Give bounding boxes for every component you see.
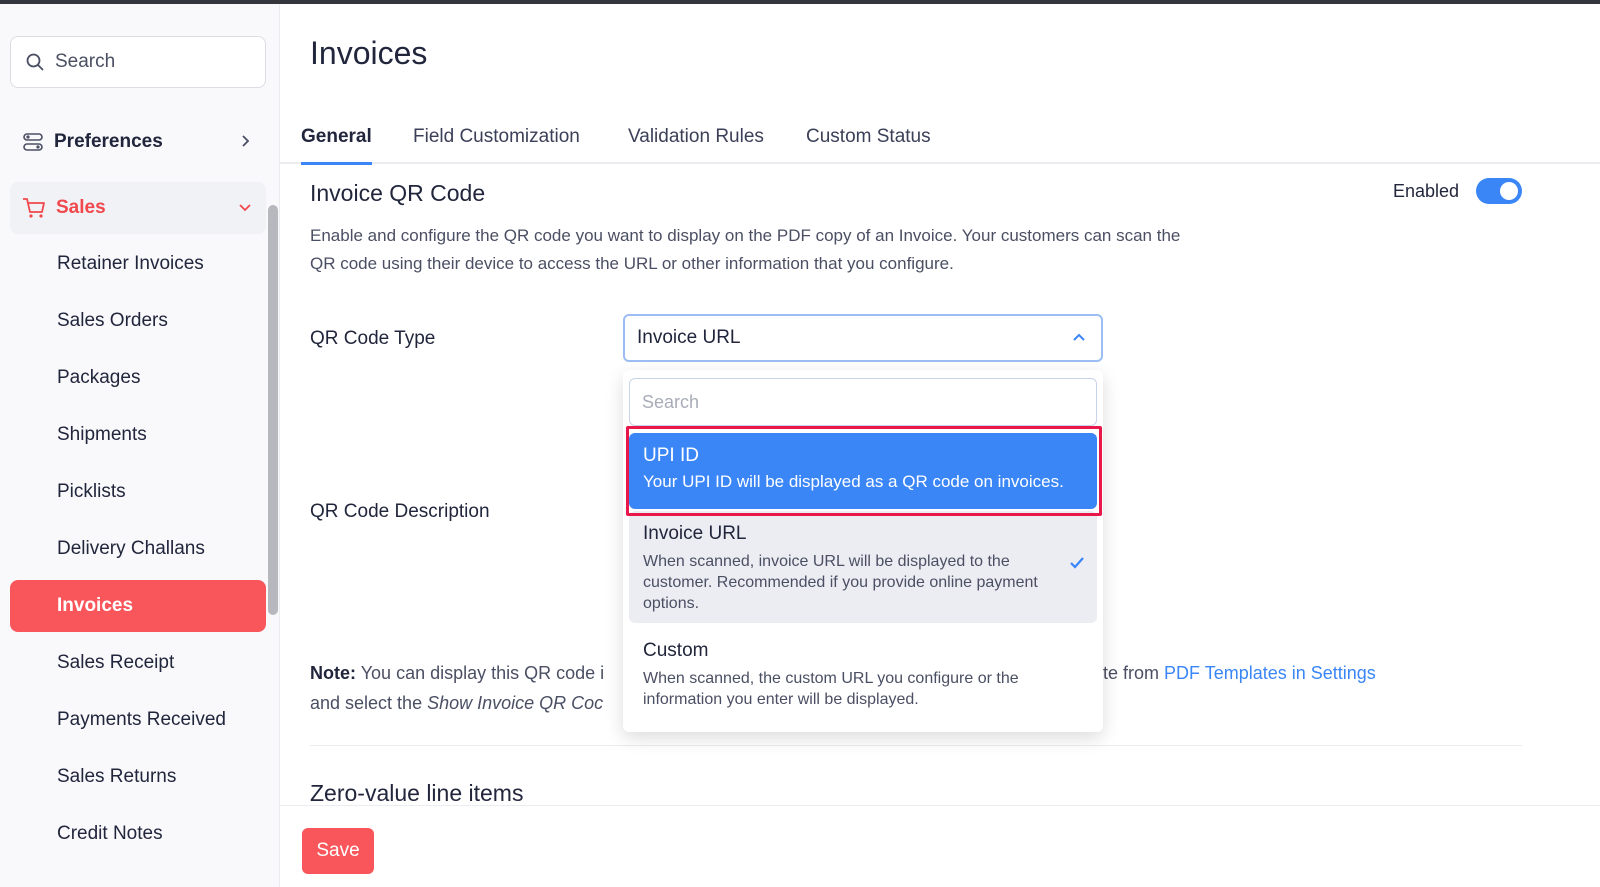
sidebar-item-sales-receipt[interactable]: Sales Receipt bbox=[10, 637, 266, 689]
dropdown-option-invoice-url[interactable]: Invoice URL When scanned, invoice URL wi… bbox=[629, 511, 1097, 623]
sidebar-search-placeholder: Search bbox=[55, 51, 116, 72]
sidebar-item-shipments[interactable]: Shipments bbox=[10, 409, 266, 461]
dropdown-option-custom[interactable]: Custom When scanned, the custom URL you … bbox=[629, 628, 1097, 718]
qr-code-description-label: QR Code Description bbox=[310, 501, 490, 522]
tab-bar: General Field Customization Validation R… bbox=[280, 110, 1600, 165]
note-text-line2: and select the bbox=[310, 693, 423, 713]
enabled-label: Enabled bbox=[1393, 181, 1460, 201]
sidebar-item-picklists[interactable]: Picklists bbox=[10, 466, 266, 518]
qr-note: Note: You can display this QR code i and… bbox=[310, 658, 604, 718]
chevron-right-icon bbox=[242, 135, 250, 147]
qr-section-description: Enable and configure the QR code you wan… bbox=[310, 226, 1181, 273]
sidebar-item-retainer-invoices[interactable]: Retainer Invoices bbox=[10, 238, 266, 290]
dropdown-search-input[interactable]: Search bbox=[629, 378, 1097, 426]
sidebar: Search Preferences Sales Retainer Invoic… bbox=[0, 4, 280, 887]
qr-enabled-toggle[interactable] bbox=[1476, 178, 1522, 204]
qr-code-type-value: Invoice URL bbox=[637, 327, 741, 348]
sidebar-group-sales[interactable]: Sales bbox=[10, 182, 266, 234]
checkmark-icon bbox=[1070, 557, 1084, 569]
tab-custom-status[interactable]: Custom Status bbox=[806, 126, 931, 162]
option-description: When scanned, the custom URL you configu… bbox=[643, 670, 1019, 708]
tab-general[interactable]: General bbox=[301, 126, 372, 165]
sidebar-group-preferences[interactable]: Preferences bbox=[10, 116, 266, 168]
qr-section-title: Invoice QR Code bbox=[310, 180, 486, 206]
chevron-down-icon bbox=[239, 204, 251, 212]
save-button[interactable]: Save bbox=[302, 828, 374, 874]
pdf-templates-link[interactable]: PDF Templates in Settings bbox=[1164, 663, 1376, 683]
search-icon bbox=[26, 53, 44, 71]
zero-value-section-title: Zero-value line items bbox=[310, 780, 524, 806]
sidebar-item-sales-returns[interactable]: Sales Returns bbox=[10, 751, 266, 803]
sidebar-item-delivery-challans[interactable]: Delivery Challans bbox=[10, 523, 266, 575]
option-title: UPI ID bbox=[643, 445, 699, 466]
dropdown-option-upi-id[interactable]: UPI ID Your UPI ID will be displayed as … bbox=[629, 433, 1097, 509]
note-label: Note: bbox=[310, 663, 356, 683]
sidebar-item-invoices[interactable]: Invoices bbox=[10, 580, 266, 632]
qr-code-type-select[interactable]: Invoice URL bbox=[623, 314, 1103, 362]
sidebar-item-credit-notes[interactable]: Credit Notes bbox=[10, 808, 266, 860]
option-description: Your UPI ID will be displayed as a QR co… bbox=[643, 472, 1064, 491]
note-right-text: te from PDF Templates in Settings bbox=[1103, 658, 1376, 688]
note-text-line1: You can display this QR code i bbox=[360, 663, 605, 683]
tab-field-customization[interactable]: Field Customization bbox=[413, 126, 580, 162]
qr-type-dropdown: Search UPI ID Your UPI ID will be displa… bbox=[623, 370, 1103, 732]
preferences-icon bbox=[23, 133, 43, 151]
note-right-fragment: te from bbox=[1103, 663, 1160, 683]
note-italic-text: Show Invoice QR Coc bbox=[427, 693, 604, 713]
qr-code-type-label: QR Code Type bbox=[310, 328, 436, 349]
sidebar-scrollbar[interactable] bbox=[268, 205, 278, 615]
tab-validation-rules[interactable]: Validation Rules bbox=[628, 126, 764, 162]
chevron-up-icon bbox=[1073, 333, 1085, 341]
toggle-knob bbox=[1500, 182, 1518, 200]
dropdown-search-placeholder: Search bbox=[642, 391, 700, 412]
option-title: Invoice URL bbox=[643, 523, 747, 544]
option-title: Custom bbox=[643, 640, 709, 661]
sidebar-item-packages[interactable]: Packages bbox=[10, 352, 266, 404]
form-footer bbox=[280, 805, 1600, 887]
sidebar-group-label: Sales bbox=[56, 197, 106, 218]
sidebar-item-sales-orders[interactable]: Sales Orders bbox=[10, 295, 266, 347]
cart-icon bbox=[23, 198, 45, 218]
sidebar-item-payments-received[interactable]: Payments Received bbox=[10, 694, 266, 746]
sidebar-search-input[interactable]: Search bbox=[10, 36, 266, 88]
sidebar-group-label: Preferences bbox=[54, 131, 163, 152]
option-description: When scanned, invoice URL will be displa… bbox=[643, 553, 1038, 612]
section-divider bbox=[310, 745, 1522, 746]
page-title: Invoices bbox=[310, 35, 428, 71]
